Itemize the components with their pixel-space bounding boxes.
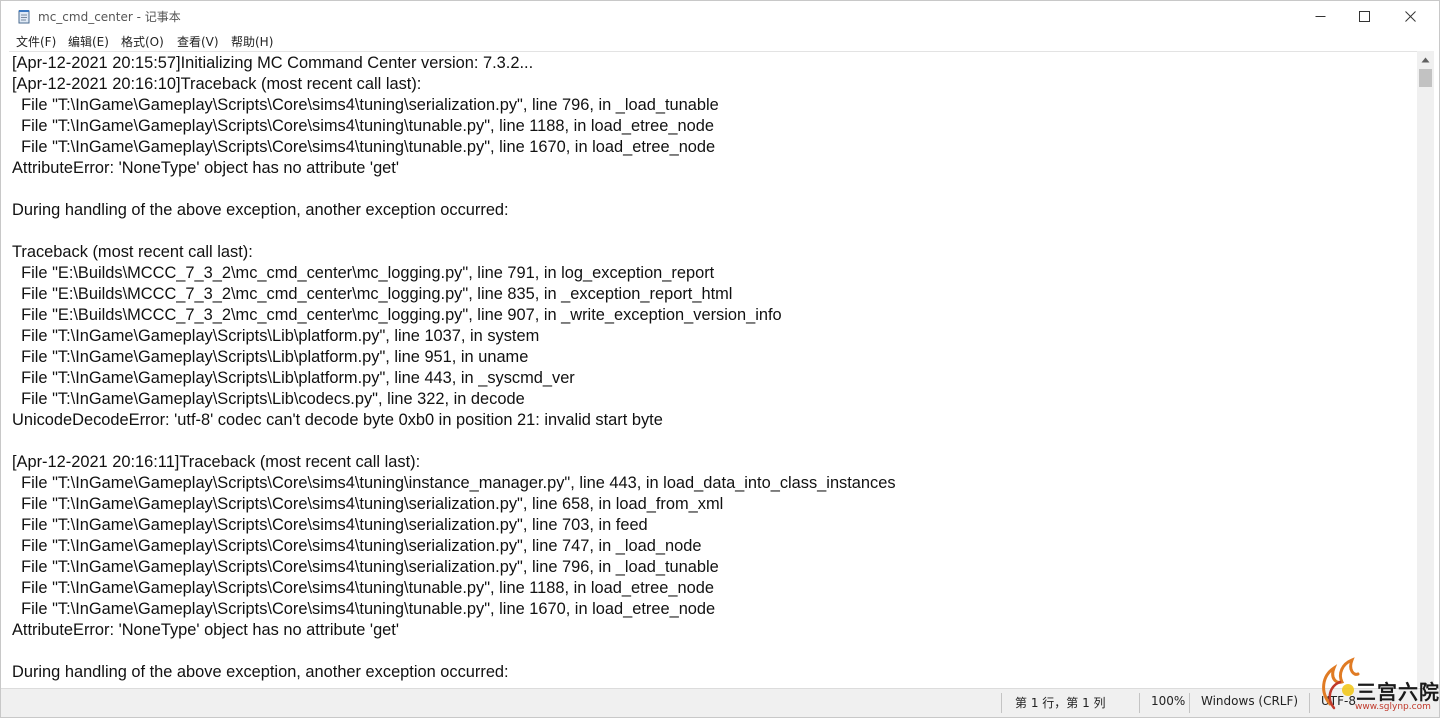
- menu-help[interactable]: 帮助(H): [230, 33, 274, 50]
- window-title: mc_cmd_center - 记事本: [38, 10, 181, 24]
- status-separator: [1189, 693, 1190, 713]
- text-line: File "T:\InGame\Gameplay\Scripts\Lib\pla…: [12, 348, 529, 366]
- close-button[interactable]: [1387, 1, 1433, 31]
- text-line: File "E:\Builds\MCCC_7_3_2\mc_cmd_center…: [12, 306, 782, 324]
- status-separator: [1139, 693, 1140, 713]
- menu-file[interactable]: 文件(F): [15, 33, 57, 50]
- text-line: File "T:\InGame\Gameplay\Scripts\Core\si…: [12, 600, 716, 618]
- text-line: [Apr-12-2021 20:16:10]Traceback (most re…: [12, 75, 422, 93]
- text-line: File "T:\InGame\Gameplay\Scripts\Core\si…: [12, 516, 648, 534]
- status-separator: [1001, 693, 1002, 713]
- maximize-button[interactable]: [1341, 1, 1387, 31]
- watermark-text: 三宫六院: [1356, 680, 1440, 704]
- maximize-icon: [1358, 10, 1370, 22]
- menu-bar: 文件(F) 编辑(E) 格式(O) 查看(V) 帮助(H): [1, 31, 1439, 51]
- text-line: File "E:\Builds\MCCC_7_3_2\mc_cmd_center…: [12, 264, 715, 282]
- title-bar[interactable]: mc_cmd_center - 记事本: [1, 1, 1439, 31]
- notepad-window: mc_cmd_center - 记事本 文件(F) 编辑(E) 格式(O) 查看…: [0, 0, 1440, 718]
- text-line: During handling of the above exception, …: [12, 663, 509, 681]
- line-ending: Windows (CRLF): [1201, 694, 1299, 708]
- text-line: File "T:\InGame\Gameplay\Scripts\Core\si…: [12, 117, 714, 135]
- scroll-up-arrow-icon: [1421, 57, 1430, 62]
- minimize-button[interactable]: [1297, 1, 1343, 31]
- text-line: Traceback (most recent call last):: [12, 243, 253, 261]
- text-line: File "E:\Builds\MCCC_7_3_2\mc_cmd_center…: [12, 285, 733, 303]
- vertical-scrollbar[interactable]: [1417, 51, 1434, 687]
- scroll-thumb[interactable]: [1419, 69, 1432, 87]
- minimize-icon: [1315, 15, 1325, 17]
- menu-format[interactable]: 格式(O): [120, 33, 165, 50]
- text-line: File "T:\InGame\Gameplay\Scripts\Lib\pla…: [12, 369, 575, 387]
- text-line: File "T:\InGame\Gameplay\Scripts\Core\si…: [12, 537, 702, 555]
- text-line: File "T:\InGame\Gameplay\Scripts\Lib\pla…: [12, 327, 540, 345]
- text-line: File "T:\InGame\Gameplay\Scripts\Core\si…: [12, 495, 724, 513]
- text-line: File "T:\InGame\Gameplay\Scripts\Lib\cod…: [12, 390, 525, 408]
- watermark-url: www.sglynp.com: [1355, 702, 1431, 712]
- zoom-level: 100%: [1151, 694, 1186, 708]
- status-separator: [1309, 693, 1310, 713]
- menu-edit[interactable]: 编辑(E): [67, 33, 110, 50]
- menu-view[interactable]: 查看(V): [176, 33, 220, 50]
- text-line: During handling of the above exception, …: [12, 201, 509, 219]
- text-line: File "T:\InGame\Gameplay\Scripts\Core\si…: [12, 138, 716, 156]
- text-line: [Apr-12-2021 20:15:57]Initializing MC Co…: [12, 54, 534, 72]
- text-line: [Apr-12-2021 20:16:11]Traceback (most re…: [12, 453, 421, 471]
- text-line: UnicodeDecodeError: 'utf-8' codec can't …: [12, 411, 663, 429]
- text-line: AttributeError: 'NoneType' object has no…: [12, 621, 399, 639]
- text-line: File "T:\InGame\Gameplay\Scripts\Core\si…: [12, 558, 719, 576]
- text-line: AttributeError: 'NoneType' object has no…: [12, 159, 399, 177]
- text-line: File "T:\InGame\Gameplay\Scripts\Core\si…: [12, 579, 714, 597]
- text-line: File "T:\InGame\Gameplay\Scripts\Core\si…: [12, 96, 719, 114]
- text-line: File "T:\InGame\Gameplay\Scripts\Core\si…: [12, 474, 896, 492]
- scroll-up-button[interactable]: [1417, 51, 1434, 68]
- status-bar: 第 1 行，第 1 列 100% Windows (CRLF) UTF-8: [1, 688, 1439, 717]
- cursor-position: 第 1 行，第 1 列: [1015, 696, 1106, 710]
- close-icon: [1404, 10, 1416, 22]
- notepad-icon: [18, 10, 30, 24]
- text-editor[interactable]: [Apr-12-2021 20:15:57]Initializing MC Co…: [9, 51, 1417, 688]
